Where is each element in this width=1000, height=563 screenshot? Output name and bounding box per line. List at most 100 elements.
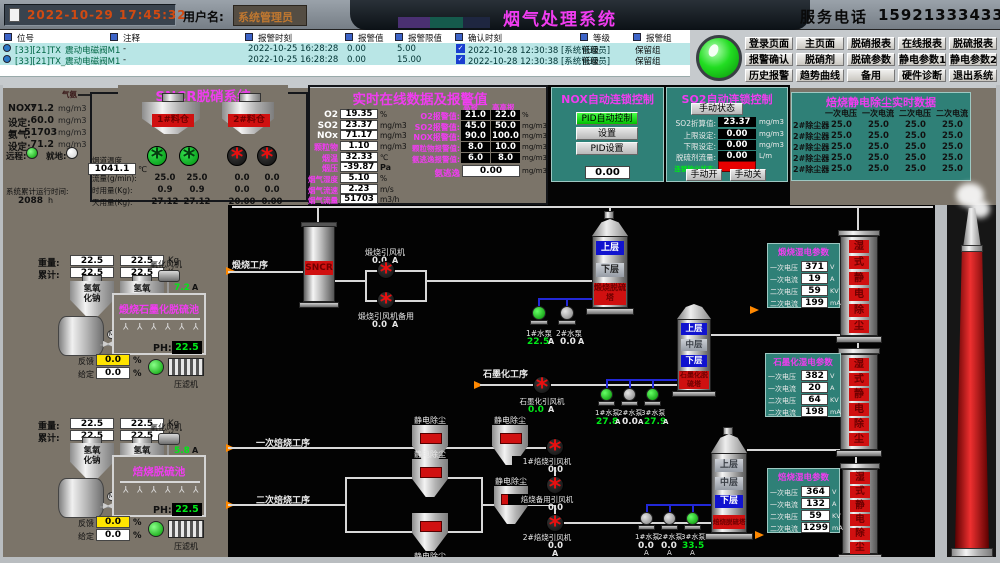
pid-set-button[interactable]: PID设置 <box>576 142 638 155</box>
roast2-fan-label: 2#焙烧引风机 <box>512 532 582 543</box>
unit: A <box>548 405 554 414</box>
runtime-value: 2088 <box>18 196 43 206</box>
ack-check-icon[interactable] <box>456 55 465 64</box>
feedback-label: 反馈 <box>78 356 94 367</box>
manual-state-button[interactable]: 手动状态 <box>691 103 743 115</box>
graphite-fan-icon[interactable] <box>533 376 551 394</box>
nav-hw-diag[interactable]: 硬件诊断 <box>898 69 946 82</box>
esp-label: 静电除尘 <box>484 415 536 426</box>
nav-denox-agent[interactable]: 脱硝剂 <box>796 53 844 66</box>
filter-press-label: 压滤机 <box>168 379 204 390</box>
manual-on-button[interactable]: 手动开 <box>686 169 722 181</box>
setpoint-value[interactable]: 0.0 <box>96 367 130 379</box>
feeder-fan-icon[interactable] <box>147 146 167 166</box>
nav-history-alarm[interactable]: 历史报警 <box>745 69 793 82</box>
pump-2-icon[interactable] <box>623 388 636 401</box>
ack-check-icon[interactable] <box>456 44 465 53</box>
pump-3-icon[interactable] <box>646 388 659 401</box>
column-icon <box>395 33 403 41</box>
silo-top <box>132 437 152 444</box>
master-indicator-button[interactable] <box>696 35 742 81</box>
upper-limit-value[interactable]: 0.00 <box>718 129 756 139</box>
pump-2-icon[interactable] <box>560 306 574 320</box>
nav-esp-params-1[interactable]: 静电参数1 <box>898 53 946 66</box>
alarm-limit: 5.00 <box>397 44 416 54</box>
valve-icon[interactable] <box>103 501 111 510</box>
nav-main[interactable]: 主页面 <box>796 37 844 50</box>
roast1-fan-icon[interactable] <box>546 438 564 456</box>
param-label: 二次电流 <box>770 299 798 309</box>
ph-label: PH: <box>153 343 172 354</box>
filter-press-icon[interactable] <box>168 520 204 538</box>
setpoint-value[interactable]: 0.0 <box>96 529 130 541</box>
esp-status-box <box>420 521 442 532</box>
value: 25.0 <box>825 142 858 152</box>
esp-status-box <box>420 433 442 444</box>
unit: mg/m3 <box>522 167 547 175</box>
alarm-note: - <box>123 44 126 54</box>
nozzle-icon: Y <box>179 320 185 330</box>
mix-tank <box>58 316 104 356</box>
unit: V <box>830 263 834 271</box>
feeder-fan-icon[interactable] <box>257 146 277 166</box>
doc-icon <box>9 8 20 22</box>
header-deco-teal <box>430 17 463 28</box>
column-icon <box>110 33 118 41</box>
silo-top <box>82 437 102 444</box>
nav-denox-report[interactable]: 脱硝报表 <box>847 37 895 50</box>
esp-col-v2: 二次电压 <box>899 108 931 119</box>
upper-limit-label: 上限设定: <box>660 130 716 141</box>
param-value: 199 <box>801 297 828 308</box>
nav-online-report[interactable]: 在线报表 <box>898 37 946 50</box>
nav-desulf-report[interactable]: 脱硫报表 <box>949 37 997 50</box>
nozzle-icon: Y <box>137 483 143 493</box>
pump-2-icon[interactable] <box>663 512 676 525</box>
roast2-fan-icon[interactable] <box>546 514 564 532</box>
calcine-fan-icon[interactable] <box>377 261 395 279</box>
dust-alarm-hh: 10.0 <box>491 142 520 152</box>
param-value: 19 <box>801 273 828 284</box>
filter-press-label: 压滤机 <box>168 541 204 552</box>
pipe <box>857 208 859 232</box>
o2-label: O2 <box>308 110 338 120</box>
param-label: 一次电流 <box>770 275 798 285</box>
unit: A <box>392 320 398 329</box>
nav-desulf-params[interactable]: 脱硫参数 <box>847 53 895 66</box>
unit: % <box>522 111 529 119</box>
manual-off-button[interactable]: 手动关 <box>730 169 766 181</box>
value: 25.0 <box>899 120 932 130</box>
pump-3-icon[interactable] <box>686 512 699 525</box>
nav-trend[interactable]: 趋势曲线 <box>796 69 844 82</box>
set-button[interactable]: 设置 <box>576 127 638 140</box>
feeder-fan-icon[interactable] <box>227 146 247 166</box>
nav-esp-params-2[interactable]: 静电参数2 <box>949 53 997 66</box>
pump-1-icon[interactable] <box>600 388 613 401</box>
nav-alarm-ack[interactable]: 报警确认 <box>745 53 793 66</box>
feeder-fan-icon[interactable] <box>179 146 199 166</box>
oxidation-fan-icon[interactable] <box>158 270 180 282</box>
wesp-char: 除 <box>849 418 869 431</box>
filter-press-icon[interactable] <box>168 358 204 376</box>
pump-1-icon[interactable] <box>532 306 546 320</box>
nav-login[interactable]: 登录页面 <box>745 37 793 50</box>
roast-backup-fan-icon[interactable] <box>546 476 564 494</box>
pump-1-icon[interactable] <box>640 512 653 525</box>
naoh-label: 氢氧化钠 <box>82 284 102 304</box>
nav-exit[interactable]: 退出系统 <box>949 69 997 82</box>
calcine-backup-fan-icon[interactable] <box>377 291 395 309</box>
value: 25.0 <box>936 131 969 141</box>
nav-spare[interactable]: 备用 <box>847 69 895 82</box>
pid-auto-button[interactable]: PID自动控制 <box>576 112 638 125</box>
esp-col-v1: 一次电压 <box>825 108 857 119</box>
nox-ctrl-output[interactable]: 0.00 <box>585 166 630 179</box>
weight-value-1: 22.5 <box>70 255 114 266</box>
valve-icon[interactable] <box>103 339 111 348</box>
frame-left <box>0 85 3 563</box>
lower-limit-value[interactable]: 0.00 <box>718 140 756 150</box>
oxidation-fan-icon[interactable] <box>158 433 180 445</box>
value: 0.9 <box>183 185 211 195</box>
tower1-lower: 下层 <box>596 263 624 277</box>
pool-2-name: 焙烧脱硫池 <box>114 464 204 479</box>
total-label: 累计: <box>38 268 60 281</box>
calcine-backup-fan-value: 0.0 <box>372 320 387 330</box>
